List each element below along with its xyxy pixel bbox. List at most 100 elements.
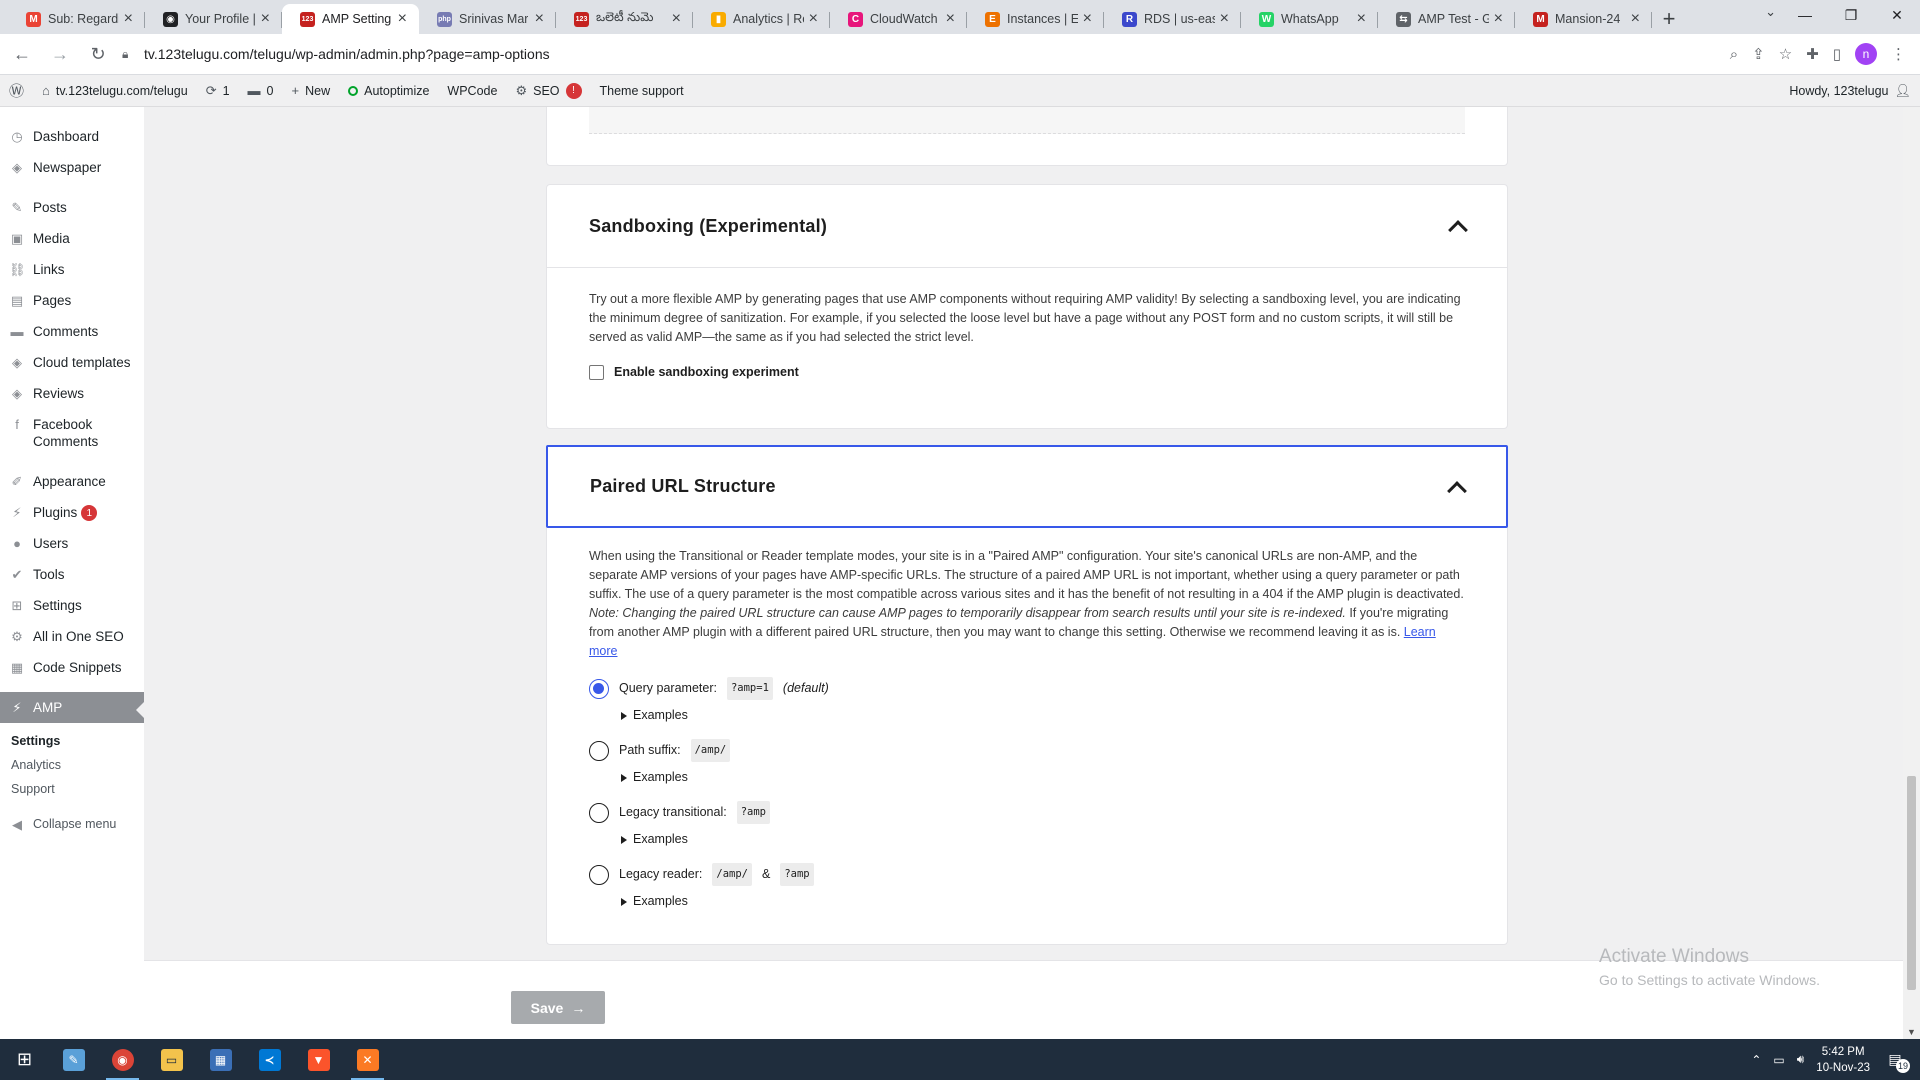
lock-icon[interactable]: 🔒︎ — [122, 47, 144, 62]
new-tab-button[interactable]: + — [1652, 4, 1686, 34]
address-bar[interactable]: 🔒︎ tv.123telugu.com/telugu/wp-admin/admi… — [122, 39, 1720, 69]
sidebar-item-media[interactable]: ▣ Media — [0, 223, 144, 254]
browser-tab[interactable]: M Sub: Regardi × — [8, 4, 145, 34]
theme-support-link[interactable]: Theme support — [591, 75, 693, 107]
xampp-app-icon[interactable]: ✕ — [343, 1039, 392, 1080]
side-panel-icon[interactable]: ▯ — [1833, 45, 1841, 63]
chrome-app-icon[interactable]: ◉ — [98, 1039, 147, 1080]
browser-tab[interactable]: php Srinivas Mar × — [419, 4, 556, 34]
sidebar-item-pages[interactable]: ▤ Pages — [0, 285, 144, 316]
close-tab-icon[interactable]: × — [398, 10, 407, 28]
close-tab-icon[interactable]: × — [672, 10, 681, 28]
sidebar-item-newspaper[interactable]: ◈ Newspaper — [0, 152, 144, 183]
wpcode-link[interactable]: WPCode — [438, 75, 506, 107]
close-tab-icon[interactable]: × — [1494, 10, 1503, 28]
browser-tab[interactable]: ⇆ AMP Test - G × — [1378, 4, 1515, 34]
notification-center-icon[interactable]: ▤ 19 — [1882, 1047, 1910, 1073]
option-legacy-reader[interactable]: Legacy reader: /amp/ & ?amp — [589, 863, 1465, 886]
reload-icon[interactable]: ↻ — [82, 38, 114, 70]
sidebar-item-posts[interactable]: ✎ Posts — [0, 192, 144, 223]
minimize-icon[interactable]: — — [1782, 0, 1828, 30]
sidebar-item-settings[interactable]: ⊞ Settings — [0, 590, 144, 621]
paired-url-panel-header[interactable]: Paired URL Structure — [546, 445, 1508, 528]
site-name-link[interactable]: ⌂ tv.123telugu.com/telugu — [33, 75, 197, 107]
browser-menu-icon[interactable]: ⋮ — [1891, 45, 1906, 63]
comments-link[interactable]: ▬ 0 — [239, 75, 283, 107]
brave-app-icon[interactable]: ▼ — [294, 1039, 343, 1080]
sidebar-item-links[interactable]: ⛓ Links — [0, 254, 144, 285]
updates-link[interactable]: ⟳ 1 — [197, 75, 239, 107]
taskbar-clock[interactable]: 5:42 PM 10-Nov-23 — [1816, 1044, 1870, 1076]
share-icon[interactable]: ⇪ — [1752, 45, 1765, 63]
submenu-item-support[interactable]: Support — [0, 777, 144, 801]
sidebar-item-all-in-one-seo[interactable]: ⚙ All in One SEO — [0, 621, 144, 652]
browser-tab[interactable]: M Mansion-24 × — [1515, 4, 1652, 34]
legacy-transitional-radio[interactable] — [589, 802, 609, 823]
close-tab-icon[interactable]: × — [809, 10, 818, 28]
tray-chevron-up-icon[interactable]: ⌃ — [1751, 1053, 1761, 1067]
browser-tab[interactable]: ◉ Your Profile | × — [145, 4, 282, 34]
bookmark-star-icon[interactable]: ☆ — [1779, 45, 1792, 63]
submenu-item-settings[interactable]: Settings — [0, 729, 144, 753]
legacy-transitional-examples-toggle[interactable]: Examples — [621, 830, 1465, 849]
profile-avatar[interactable]: n — [1855, 43, 1877, 65]
new-content-link[interactable]: + New — [283, 75, 340, 107]
chevron-up-icon[interactable] — [1448, 220, 1468, 240]
sandboxing-checkbox-row[interactable]: Enable sandboxing experiment — [589, 363, 1465, 382]
browser-tab[interactable]: R RDS | us-eas × — [1104, 4, 1241, 34]
close-tab-icon[interactable]: × — [1220, 10, 1229, 28]
wordpress-logo-icon[interactable]: Ⓦ — [0, 75, 33, 107]
sidebar-item-dashboard[interactable]: ◷ Dashboard — [0, 121, 144, 152]
close-tab-icon[interactable]: × — [1083, 10, 1092, 28]
notepad-app-icon[interactable]: ✎ — [49, 1039, 98, 1080]
scrollbar-thumb[interactable] — [1907, 776, 1916, 990]
browser-tab-active[interactable]: 123 AMP Setting × — [282, 4, 419, 34]
seo-link[interactable]: ⚙ SEO! — [506, 75, 590, 107]
sidebar-item-plugins[interactable]: ⚡ Plugins 1 — [0, 497, 144, 528]
close-tab-icon[interactable]: × — [124, 10, 133, 28]
windows-start-icon[interactable]: ⊞ — [0, 1039, 49, 1080]
sidebar-item-facebook-comments[interactable]: f Facebook Comments — [0, 409, 144, 457]
extensions-icon[interactable]: ✚ — [1806, 45, 1819, 63]
close-tab-icon[interactable]: × — [535, 10, 544, 28]
option-path-suffix[interactable]: Path suffix: /amp/ — [589, 739, 1465, 762]
browser-tab[interactable]: 123 ఒలెటీ నుమె × — [556, 4, 693, 34]
calculator-app-icon[interactable]: ▦ — [196, 1039, 245, 1080]
legacy-reader-examples-toggle[interactable]: Examples — [621, 892, 1465, 911]
howdy-user-menu[interactable]: Howdy, 123telugu 👤︎ — [1780, 75, 1920, 107]
option-legacy-transitional[interactable]: Legacy transitional: ?amp — [589, 801, 1465, 824]
close-window-icon[interactable]: ✕ — [1874, 0, 1920, 30]
chevron-up-icon[interactable] — [1447, 480, 1467, 501]
browser-tab[interactable]: C CloudWatch × — [830, 4, 967, 34]
sidebar-item-amp[interactable]: ⚡ AMP — [0, 692, 144, 724]
vscode-app-icon[interactable]: ≺ — [245, 1039, 294, 1080]
sidebar-item-users[interactable]: ● Users — [0, 528, 144, 559]
close-tab-icon[interactable]: × — [1357, 10, 1366, 28]
volume-icon[interactable]: 🔊︎ — [1797, 1052, 1805, 1067]
sidebar-item-tools[interactable]: ✔ Tools — [0, 559, 144, 590]
path-examples-toggle[interactable]: Examples — [621, 768, 1465, 787]
page-scrollbar[interactable]: ▼ — [1903, 107, 1920, 1039]
option-query-parameter[interactable]: Query parameter: ?amp=1 (default) — [589, 677, 1465, 700]
scroll-down-arrow-icon[interactable]: ▼ — [1907, 1027, 1916, 1037]
autoptimize-link[interactable]: Autoptimize — [339, 75, 438, 107]
tab-search-icon[interactable]: ⌄ — [1765, 4, 1776, 20]
sidebar-item-cloud-templates[interactable]: ◈ Cloud templates — [0, 347, 144, 378]
sidebar-item-code-snippets[interactable]: ▦ Code Snippets — [0, 652, 144, 683]
browser-tab[interactable]: E Instances | E × — [967, 4, 1104, 34]
browser-tab[interactable]: W WhatsApp × — [1241, 4, 1378, 34]
submenu-item-analytics[interactable]: Analytics — [0, 753, 144, 777]
enable-sandboxing-checkbox[interactable] — [589, 365, 604, 380]
save-button[interactable]: Save → — [511, 991, 605, 1024]
file-explorer-icon[interactable]: ▭ — [147, 1039, 196, 1080]
legacy-reader-radio[interactable] — [589, 864, 609, 885]
query-parameter-radio[interactable] — [589, 678, 609, 699]
path-suffix-radio[interactable] — [589, 740, 609, 761]
query-examples-toggle[interactable]: Examples — [621, 706, 1465, 725]
network-icon[interactable]: ▭ — [1773, 1053, 1784, 1067]
forward-icon[interactable]: → — [44, 38, 76, 70]
sidebar-item-comments[interactable]: ▬ Comments — [0, 316, 144, 347]
close-tab-icon[interactable]: × — [946, 10, 955, 28]
collapse-menu-button[interactable]: ◀ Collapse menu — [0, 809, 144, 840]
close-tab-icon[interactable]: × — [261, 10, 270, 28]
